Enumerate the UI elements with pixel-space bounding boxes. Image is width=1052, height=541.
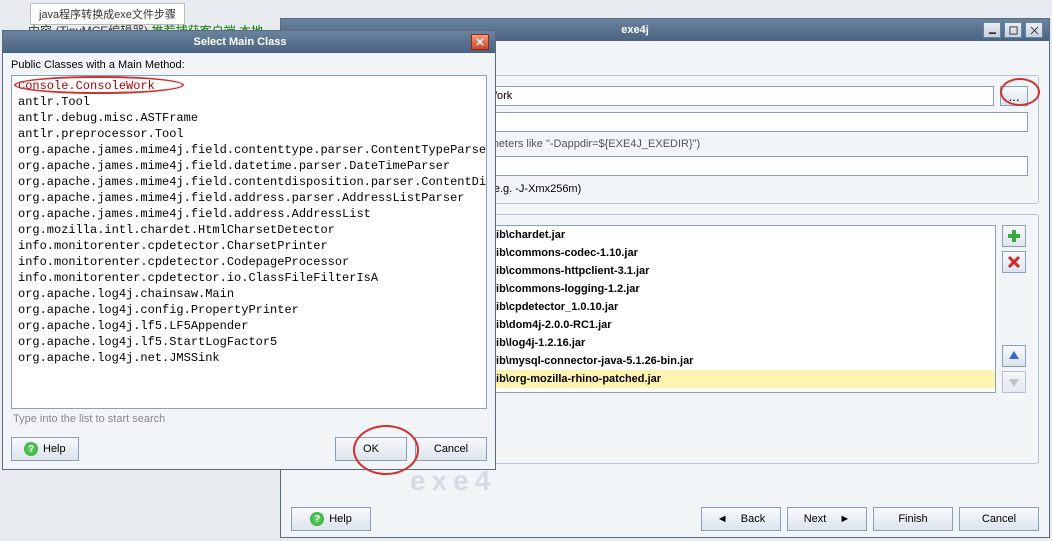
class-item[interactable]: org.mozilla.intl.chardet.HtmlCharsetDete… xyxy=(14,222,484,238)
class-item[interactable]: org.apache.james.mime4j.field.contenttyp… xyxy=(14,142,484,158)
main-class-browse-button[interactable]: ... xyxy=(1000,86,1028,106)
maximize-button[interactable] xyxy=(1004,22,1022,38)
help-icon: ? xyxy=(310,512,324,526)
class-item[interactable]: org.apache.james.mime4j.field.address.Ad… xyxy=(14,206,484,222)
modal-ok-button[interactable]: OK xyxy=(335,437,407,461)
modal-help-button[interactable]: ? Help xyxy=(11,437,79,461)
class-item[interactable]: antlr.preprocessor.Tool xyxy=(14,126,484,142)
modal-close-button[interactable]: ✕ xyxy=(471,34,489,50)
arrow-right-icon: ► xyxy=(839,513,850,525)
arrow-left-icon: ◄ xyxy=(717,513,728,525)
help-icon: ? xyxy=(24,442,38,456)
add-classpath-button[interactable] xyxy=(1002,225,1026,247)
class-item[interactable]: org.apache.james.mime4j.field.contentdis… xyxy=(14,174,484,190)
class-item[interactable]: info.monitorenter.cpdetector.CharsetPrin… xyxy=(14,238,484,254)
next-button[interactable]: Next ► xyxy=(787,507,867,531)
select-main-class-dialog: Select Main Class ✕ Public Classes with … xyxy=(2,30,496,470)
class-item[interactable]: info.monitorenter.cpdetector.io.ClassFil… xyxy=(14,270,484,286)
class-item[interactable]: org.apache.log4j.chainsaw.Main xyxy=(14,286,484,302)
class-item[interactable]: org.apache.james.mime4j.field.datetime.p… xyxy=(14,158,484,174)
class-item[interactable]: org.apache.log4j.lf5.StartLogFactor5 xyxy=(14,334,484,350)
modal-list-label: Public Classes with a Main Method: xyxy=(11,59,487,71)
class-list[interactable]: Console.ConsoleWorkantlr.Toolantlr.debug… xyxy=(11,75,487,409)
class-item[interactable]: info.monitorenter.cpdetector.CodepagePro… xyxy=(14,254,484,270)
class-item[interactable]: org.apache.log4j.lf5.LF5Appender xyxy=(14,318,484,334)
close-button[interactable] xyxy=(1025,22,1043,38)
help-button[interactable]: ? Help xyxy=(291,507,371,531)
finish-button[interactable]: Finish xyxy=(873,507,953,531)
cancel-button[interactable]: Cancel xyxy=(959,507,1039,531)
move-down-button[interactable] xyxy=(1002,371,1026,393)
modal-cancel-button[interactable]: Cancel xyxy=(415,437,487,461)
modal-titlebar: Select Main Class ✕ xyxy=(3,31,495,53)
remove-classpath-button[interactable] xyxy=(1002,251,1026,273)
move-up-button[interactable] xyxy=(1002,345,1026,367)
class-item[interactable]: org.apache.james.mime4j.field.address.pa… xyxy=(14,190,484,206)
search-hint: Type into the list to start search xyxy=(11,409,487,431)
class-item[interactable]: antlr.debug.misc.ASTFrame xyxy=(14,110,484,126)
class-item[interactable]: org.apache.log4j.net.JMSSink xyxy=(14,350,484,366)
minimize-button[interactable] xyxy=(983,22,1001,38)
class-item[interactable]: org.apache.log4j.config.PropertyPrinter xyxy=(14,302,484,318)
back-button[interactable]: ◄ Back xyxy=(701,507,781,531)
modal-title: Select Main Class xyxy=(9,36,471,48)
class-item[interactable]: antlr.Tool xyxy=(14,94,484,110)
class-item[interactable]: Console.ConsoleWork xyxy=(14,78,484,94)
